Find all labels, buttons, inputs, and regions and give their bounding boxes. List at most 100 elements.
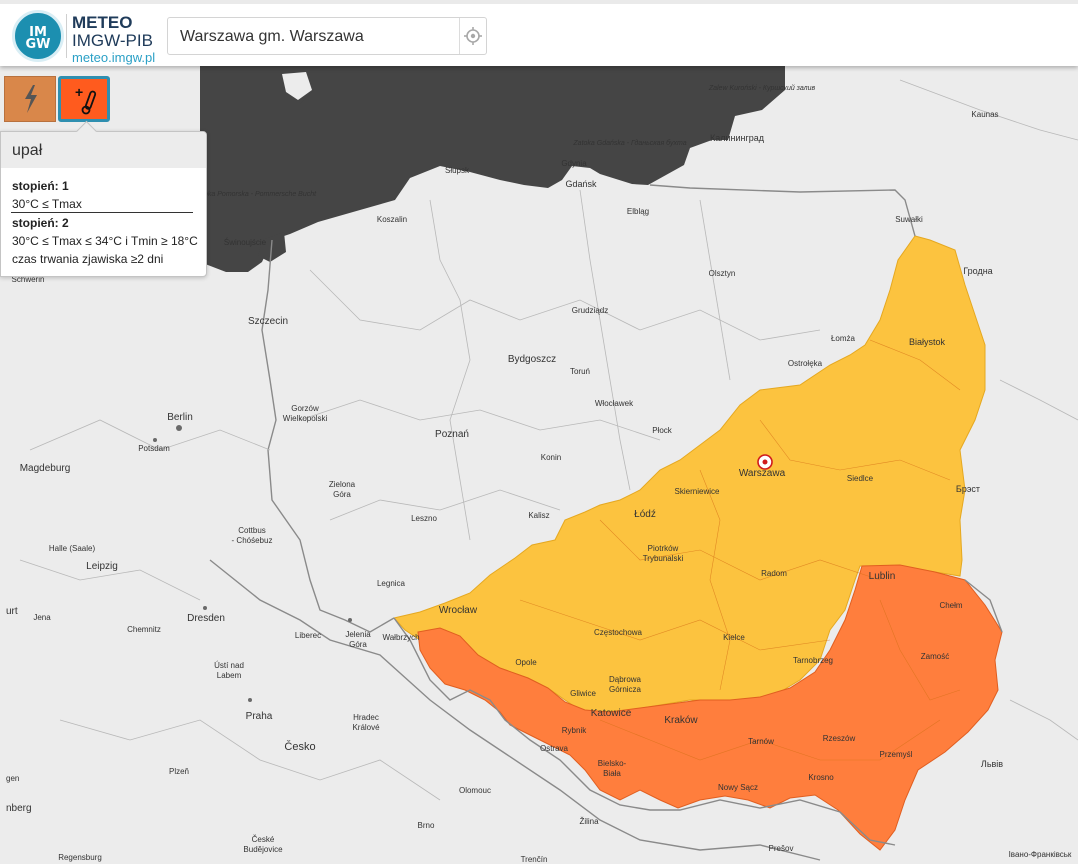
city-label-trencin: Trenčín — [521, 855, 548, 864]
city-label-kaliningrad: Калининград — [710, 133, 765, 143]
city-label-suwalki: Suwałki — [895, 215, 923, 224]
city-label-czestochowa: Częstochowa — [594, 628, 643, 637]
legend-divider — [11, 212, 193, 213]
city-label-olsztyn: Olsztyn — [709, 269, 736, 278]
city-label-gdansk: Gdańsk — [565, 179, 597, 189]
city-label-katowice: Katowice — [591, 708, 632, 719]
city-label-cesko: Česko — [284, 740, 315, 753]
legend-level1-condition: 30°C ≤ Tmax — [12, 197, 82, 211]
city-label-bialystok: Białystok — [909, 337, 946, 347]
city-label-koszalin: Koszalin — [377, 215, 407, 224]
city-label-presov: Prešov — [769, 844, 794, 853]
city-label-torun: Toruń — [570, 367, 590, 376]
city-label-leszno: Leszno — [411, 514, 437, 523]
location-search — [167, 17, 487, 56]
city-label-elblag: Elbląg — [627, 207, 649, 216]
city-label-usti: Ústí nad Labem — [214, 661, 244, 680]
city-label-regensburg: Regensburg — [58, 853, 102, 862]
city-label-chemnitz: Chemnitz — [127, 625, 161, 634]
city-label-edge-nberg: nberg — [6, 803, 32, 814]
city-label-lublin: Lublin — [869, 571, 896, 582]
city-label-slupsk: Słupsk — [445, 166, 470, 175]
city-label-bydgoszcz: Bydgoszcz — [508, 354, 556, 365]
city-label-krakow: Kraków — [664, 715, 698, 726]
city-label-kalisz: Kalisz — [528, 511, 549, 520]
sea-label-gdansk-bay: Zatoka Gdańska - Гданьская бухта — [572, 139, 686, 147]
legend-header: upał — [1, 132, 206, 168]
location-search-input[interactable] — [168, 18, 472, 56]
city-label-opole: Opole — [515, 658, 537, 667]
legend-title: upał — [12, 142, 43, 159]
city-label-legnica: Legnica — [377, 579, 406, 588]
city-label-halle: Halle (Saale) — [49, 544, 96, 553]
city-label-przemysl: Przemyśl — [880, 750, 913, 759]
city-label-zamosc: Zamość — [921, 652, 949, 661]
city-label-skierniewice: Skierniewice — [675, 487, 720, 496]
brand-url-link[interactable]: meteo.imgw.pl — [72, 50, 155, 65]
city-label-konin: Konin — [541, 453, 561, 462]
city-label-plock: Płock — [652, 426, 673, 435]
geolocate-button[interactable] — [459, 18, 486, 54]
imgw-logo[interactable]: IM GW — [12, 10, 64, 62]
legend-popup: upał stopień: 1 30°C ≤ Tmax stopień: 2 3… — [0, 120, 207, 277]
city-label-edge-gen: gen — [6, 774, 19, 783]
city-label-poznan: Poznań — [435, 429, 469, 440]
city-label-walbrzych: Wałbrzych — [382, 633, 419, 642]
city-label-liberec: Liberec — [295, 631, 321, 640]
lightning-icon — [25, 85, 37, 113]
city-label-swinoujscie: Świnoujście — [224, 238, 267, 247]
city-label-nowy-sacz: Nowy Sącz — [718, 783, 758, 792]
city-label-brest: Брэст — [956, 484, 980, 494]
city-label-ostrava: Ostrava — [540, 744, 569, 753]
city-label-hradec: Hradec Králové — [352, 713, 380, 732]
city-label-leipzig: Leipzig — [86, 561, 118, 572]
city-label-edge-urt: urt — [6, 606, 18, 617]
brand-title: METEO — [72, 13, 133, 32]
city-label-gdynia: Gdynia — [561, 159, 587, 168]
brand-subtitle: IMGW-PIB — [72, 31, 153, 50]
city-label-tarnow: Tarnów — [748, 737, 774, 746]
city-label-rzeszow: Rzeszów — [823, 734, 856, 743]
city-label-tarnobrzeg: Tarnobrzeg — [793, 656, 833, 665]
layer-heat-button[interactable]: + — [58, 76, 110, 122]
city-label-radom: Radom — [761, 569, 787, 578]
svg-text:+: + — [75, 84, 83, 100]
city-label-magdeburg: Magdeburg — [20, 463, 71, 474]
legend-level2-label: stopień: 2 — [12, 216, 69, 230]
city-label-praha: Praha — [246, 711, 273, 722]
city-label-potsdam: Potsdam — [138, 444, 170, 453]
city-label-ostroleka: Ostrołęka — [788, 359, 823, 368]
city-label-rybnik: Rybnik — [562, 726, 587, 735]
city-label-chelm: Chełm — [939, 601, 962, 610]
city-label-gliwice: Gliwice — [570, 689, 596, 698]
city-label-kaunas: Kaunas — [971, 110, 998, 119]
legend-level2-duration: czas trwania zjawiska ≥2 dni — [12, 252, 164, 266]
city-label-zilina: Žilina — [579, 817, 599, 826]
city-label-olomouc: Olomouc — [459, 786, 491, 795]
city-label-grodno: Гродна — [963, 266, 992, 276]
selected-location-marker[interactable] — [757, 454, 773, 470]
city-label-grudziadz: Grudziądz — [572, 306, 608, 315]
sea-label-szczecin-bay: Zatoka Pomorska - Pommersche Bucht — [193, 191, 317, 198]
sea-label-curonian: Zalew Kuroński - Куршский залив — [708, 84, 816, 92]
city-label-kielce: Kielce — [723, 633, 745, 642]
city-label-lviv: Львів — [981, 759, 1003, 769]
city-label-jena: Jena — [33, 613, 51, 622]
city-label-plzen: Plzeň — [169, 767, 189, 776]
layer-storm-button[interactable] — [4, 76, 56, 122]
app-header: IM GW METEO IMGW-PIB meteo.imgw.pl — [0, 0, 1078, 66]
legend-level2-condition: 30°C ≤ Tmax ≤ 34°C i Tmin ≥ 18°C — [12, 234, 198, 248]
city-label-piotrkow: Piotrków Trybunalski — [643, 544, 684, 563]
legend-level1-label: stopień: 1 — [12, 179, 69, 193]
city-label-lomza: Łomża — [831, 334, 856, 343]
city-label-warszawa: Warszawa — [739, 468, 786, 479]
city-label-lodz: Łódź — [634, 509, 656, 520]
crosshair-icon — [464, 27, 482, 45]
city-label-dresden: Dresden — [187, 613, 225, 624]
city-label-siedlce: Siedlce — [847, 474, 874, 483]
city-label-krosno: Krosno — [808, 773, 834, 782]
city-label-wroclaw: Wrocław — [439, 605, 478, 616]
city-label-berlin: Berlin — [167, 412, 193, 423]
city-label-wloclawek: Włocławek — [595, 399, 634, 408]
city-label-ivano: Івано-Франківськ — [1009, 850, 1072, 859]
